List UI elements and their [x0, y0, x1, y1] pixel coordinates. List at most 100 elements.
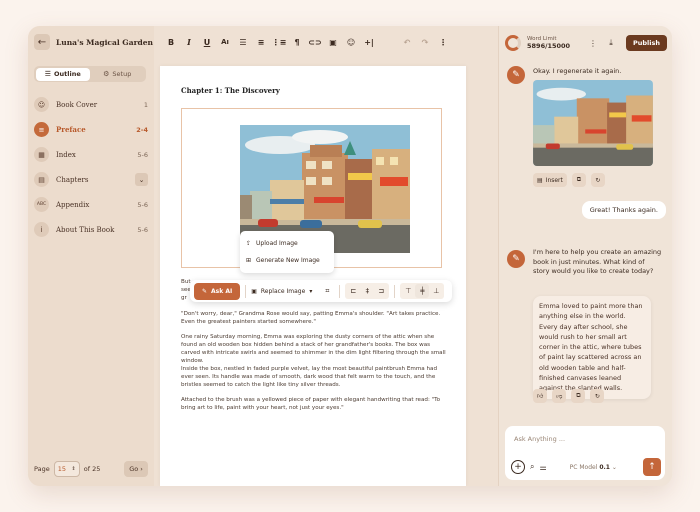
app-window: ← Luna's Magical Garden ☰ Outline ⚙ Setup … [28, 26, 672, 486]
chat-input-toolbar: + ⌕ ⚌ PC Model 0.1 ⌄ ↑ [511, 458, 661, 476]
download-icon[interactable]: ⤓ [604, 36, 618, 50]
feather-icon: ✎ [202, 287, 208, 295]
page-label: Page [34, 465, 50, 473]
align-left-icon[interactable]: ☰ [234, 33, 252, 51]
more-vertical-icon[interactable]: ⋮ [434, 33, 452, 51]
emoji-icon[interactable]: ☺ [342, 33, 360, 51]
stepper-icon: ⇕ [71, 466, 76, 472]
sidebar-item-about[interactable]: i About This Book 5-6 [34, 217, 148, 242]
insert-button[interactable]: ▤ Insert [533, 173, 567, 187]
chevron-down-icon: ⌄ [611, 463, 617, 471]
tab-outline[interactable]: ☰ Outline [35, 67, 90, 81]
copy-button[interactable]: ⧉ [571, 389, 586, 403]
chat-input-box[interactable]: Ask Anything ... + ⌕ ⚌ PC Model 0.1 ⌄ ↑ [505, 426, 665, 480]
underline-icon[interactable]: U [198, 33, 216, 51]
bold-icon[interactable]: B [162, 33, 180, 51]
insert-icon[interactable]: +| [360, 33, 378, 51]
align-center-icon[interactable]: ‡ [360, 284, 374, 298]
align-right-icon[interactable]: ⊐ [374, 284, 388, 298]
editor-area: B I U Aı ☰ ≡ ⋮≡ ¶ ⊂⊃ ▣ ☺ +| ↶ ↷ ⋮ Chapte… [154, 26, 498, 486]
book-title: Luna's Magical Garden [56, 37, 153, 47]
search-icon[interactable]: ⌕ [530, 462, 534, 472]
paragraph: One rainy Saturday morning, Emma was exp… [181, 334, 446, 364]
paragraph: Inside the box, nestled in faded purple … [181, 366, 438, 388]
sidebar-item-chapters[interactable]: ▤ Chapters ⌄ [34, 167, 148, 192]
image-toolbar: ✎ Ask AI ▣ Replace Image ▾ ⌗ ⊏ ‡ ⊐ ⊤ ╪ ⊥ [190, 280, 452, 302]
model-select[interactable]: PC Model 0.1 ⌄ [570, 464, 617, 471]
regenerate-button[interactable]: ↻ [590, 173, 605, 187]
gear-icon: ⚙ [103, 70, 110, 78]
user-message: Great! Thanks again. [581, 201, 666, 219]
text-size-icon[interactable]: Aı [216, 33, 234, 51]
list-icon: ☰ [44, 70, 51, 78]
ai-avatar-icon: ✎ [507, 250, 525, 268]
align-bottom-icon[interactable]: ⊥ [429, 284, 443, 298]
generated-image-thumbnail[interactable] [533, 80, 653, 166]
redo-icon[interactable]: ↷ [416, 33, 434, 51]
add-icon[interactable]: + [511, 460, 525, 474]
ai-avatar-icon: ✎ [507, 66, 525, 84]
page-navigator: Page 15 ⇕ of 25 Go › [34, 460, 148, 478]
upload-icon: ⇪ [246, 240, 252, 247]
paragraph: Attached to the brush was a yellowed pie… [181, 397, 441, 411]
valign-group: ⊤ ╪ ⊥ [400, 283, 445, 299]
align-center-icon[interactable]: ≡ [252, 33, 270, 51]
back-arrow-icon[interactable]: ← [34, 34, 50, 50]
refresh-icon: ↻ [595, 176, 601, 184]
more-vertical-icon[interactable]: ⋮ [586, 36, 600, 50]
index-icon: ▦ [34, 147, 49, 162]
italic-icon[interactable]: I [180, 33, 198, 51]
upload-image-option[interactable]: ⇪ Upload Image [246, 235, 328, 252]
body-text[interactable]: "Don't worry, dear," Grandma Rose would … [181, 310, 449, 419]
info-icon: i [34, 222, 49, 237]
link-icon[interactable]: ⊂⊃ [306, 33, 324, 51]
chat-header: Word Limit 5896/15000 ⋮ ⤓ Publish [505, 32, 667, 54]
align-middle-icon[interactable]: ╪ [415, 284, 430, 298]
chapter-title: Chapter 1: The Discovery [181, 86, 280, 95]
generate-image-option[interactable]: ⊞ Generate New Image [246, 252, 328, 269]
appendix-icon: ABC [34, 197, 49, 212]
chevron-right-icon: › [140, 465, 143, 473]
ai-message: I'm here to help you create an amazing b… [533, 248, 662, 275]
generated-text-bubble[interactable]: Emma loved to paint more than anything e… [533, 296, 651, 399]
align-top-icon[interactable]: ⊤ [401, 284, 415, 298]
page-select[interactable]: 15 ⇕ [53, 461, 80, 477]
refresh-icon: ↻ [594, 392, 600, 400]
crop-icon[interactable]: ⌗ [320, 284, 334, 298]
thumbs-down-button[interactable]: 👎︎ [552, 389, 567, 403]
ai-chat-panel: Word Limit 5896/15000 ⋮ ⤓ Publish ✎ Okay… [498, 26, 672, 486]
page-total: of 25 [83, 465, 101, 473]
replace-image-dropdown[interactable]: ▣ Replace Image ▾ [251, 288, 312, 295]
sidebar-item-book-cover[interactable]: ☺ Book Cover 1 [34, 92, 148, 117]
caret-down-icon: ▾ [309, 287, 313, 295]
align-left-icon[interactable]: ⊏ [346, 284, 360, 298]
ask-ai-button[interactable]: ✎ Ask AI [194, 282, 241, 300]
send-button[interactable]: ↑ [643, 458, 661, 476]
paragraph-icon[interactable]: ¶ [288, 33, 306, 51]
align-group: ⊏ ‡ ⊐ [345, 283, 390, 299]
document-page[interactable]: Chapter 1: The Discovery But see gr "Don… [160, 66, 466, 486]
image-icon[interactable]: ▣ [324, 33, 342, 51]
list-icon: ≡ [34, 122, 49, 137]
image-menu-popup: ⇪ Upload Image ⊞ Generate New Image [240, 231, 334, 273]
numbered-list-icon[interactable]: ⋮≡ [270, 33, 288, 51]
publish-button[interactable]: Publish [626, 35, 667, 51]
word-limit-value: 5896/15000 [527, 42, 571, 50]
paragraph: "Don't worry, dear," Grandma Rose would … [181, 311, 441, 325]
word-limit-progress-icon [505, 35, 521, 51]
sidebar-item-preface[interactable]: ≡ Preface 2-4 [34, 117, 148, 142]
thumbs-up-button[interactable]: 👍︎ [533, 389, 548, 403]
chevron-down-icon[interactable]: ⌄ [135, 173, 148, 186]
copy-button[interactable]: ⧉ [571, 173, 586, 187]
format-toolbar: B I U Aı ☰ ≡ ⋮≡ ¶ ⊂⊃ ▣ ☺ +| ↶ ↷ ⋮ [154, 26, 498, 58]
sidebar-item-index[interactable]: ▦ Index 5-6 [34, 142, 148, 167]
cover-icon: ☺ [34, 97, 49, 112]
tab-setup[interactable]: ⚙ Setup [90, 68, 145, 81]
settings-sliders-icon[interactable]: ⚌ [539, 463, 546, 472]
outline-nav: ☺ Book Cover 1 ≡ Preface 2-4 ▦ Index 5-6 ▤ Chap… [34, 92, 148, 242]
go-button[interactable]: Go › [124, 461, 148, 477]
sidebar-item-appendix[interactable]: ABC Appendix 5-6 [34, 192, 148, 217]
thumbs-up-icon: 👍︎ [537, 393, 544, 400]
undo-icon[interactable]: ↶ [398, 33, 416, 51]
regenerate-button[interactable]: ↻ [590, 389, 605, 403]
